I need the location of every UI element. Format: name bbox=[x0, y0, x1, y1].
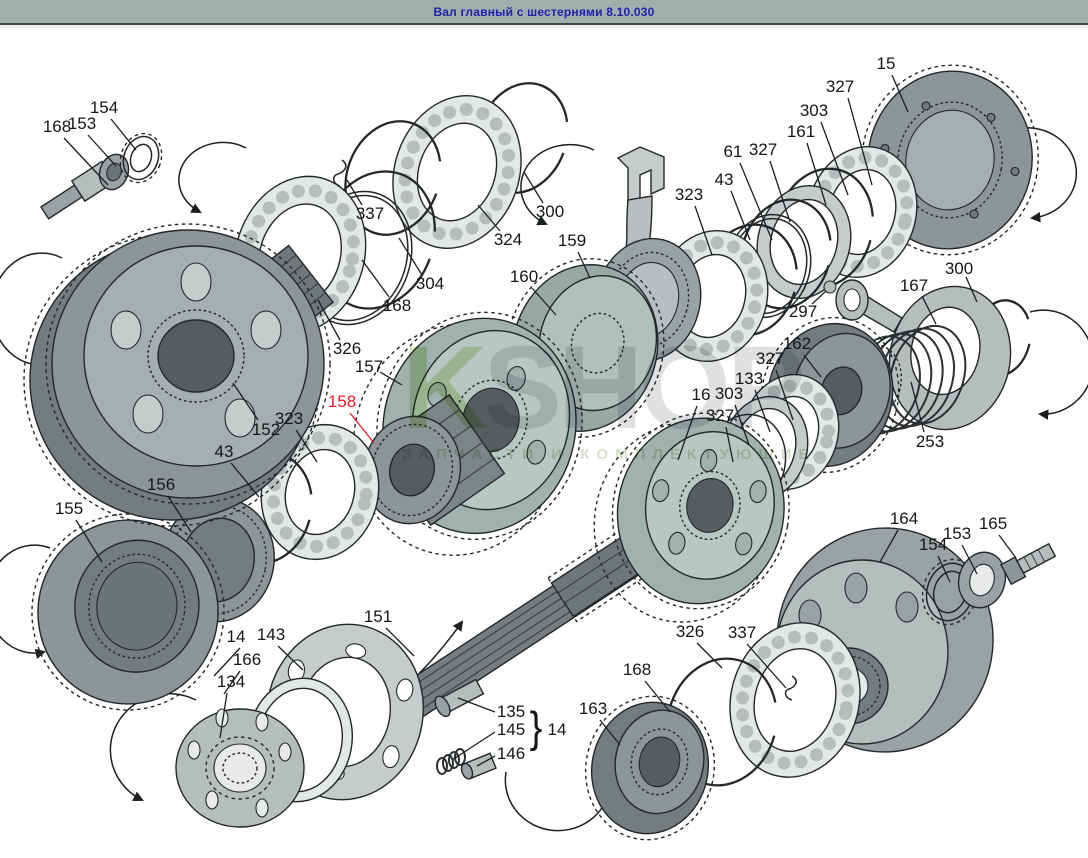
spring-145 bbox=[437, 749, 465, 774]
part-label-300[interactable]: 300 bbox=[945, 259, 973, 279]
part-label-327[interactable]: 327 bbox=[826, 77, 854, 97]
part-label-337[interactable]: 337 bbox=[356, 204, 384, 224]
part-label-61[interactable]: 61 bbox=[724, 142, 743, 162]
part-label-157[interactable]: 157 bbox=[355, 357, 383, 377]
leader-line-61 bbox=[740, 163, 772, 240]
part-label-154[interactable]: 154 bbox=[90, 98, 118, 118]
exploded-view-drawing bbox=[0, 0, 1088, 853]
part-label-323[interactable]: 323 bbox=[275, 409, 303, 429]
part-label-303[interactable]: 303 bbox=[800, 101, 828, 121]
part-label-145[interactable]: 145 bbox=[497, 720, 525, 740]
part-label-156[interactable]: 156 bbox=[147, 475, 175, 495]
leader-line-326 bbox=[697, 643, 722, 668]
part-label-159[interactable]: 159 bbox=[558, 231, 586, 251]
part-label-337[interactable]: 337 bbox=[728, 623, 756, 643]
leader-line-304 bbox=[399, 238, 422, 275]
flange-134 bbox=[176, 709, 304, 827]
part-label-135[interactable]: 135 bbox=[497, 702, 525, 722]
lock-tab-337 bbox=[334, 160, 346, 186]
part-label-161[interactable]: 161 bbox=[787, 122, 815, 142]
part-label-134[interactable]: 134 bbox=[217, 672, 245, 692]
part-label-162[interactable]: 162 bbox=[783, 334, 811, 354]
part-label-151[interactable]: 151 bbox=[364, 607, 392, 627]
part-label-164[interactable]: 164 bbox=[890, 509, 918, 529]
brace-14: } bbox=[530, 704, 543, 753]
part-label-160[interactable]: 160 bbox=[510, 267, 538, 287]
part-label-304[interactable]: 304 bbox=[416, 274, 444, 294]
diagram-stage bbox=[0, 0, 1088, 853]
part-label-300[interactable]: 300 bbox=[536, 202, 564, 222]
bolt-165 bbox=[1001, 540, 1057, 584]
part-label-324[interactable]: 324 bbox=[494, 230, 522, 250]
part-label-155[interactable]: 155 bbox=[55, 499, 83, 519]
part-label-166[interactable]: 166 bbox=[233, 650, 261, 670]
title-bar: Вал главный с шестернями 8.10.030 bbox=[0, 0, 1088, 25]
part-label-15[interactable]: 15 bbox=[877, 54, 896, 74]
part-label-168[interactable]: 168 bbox=[383, 296, 411, 316]
part-label-326[interactable]: 326 bbox=[333, 339, 361, 359]
part-label-14[interactable]: 14 bbox=[227, 627, 246, 647]
leader-line-43 bbox=[731, 191, 750, 240]
part-label-146[interactable]: 146 bbox=[497, 744, 525, 764]
part-label-153[interactable]: 153 bbox=[943, 524, 971, 544]
part-label-297[interactable]: 297 bbox=[789, 302, 817, 322]
part-label-16[interactable]: 16 bbox=[692, 385, 711, 405]
part-label-163[interactable]: 163 bbox=[579, 699, 607, 719]
part-label-326[interactable]: 326 bbox=[676, 622, 704, 642]
leader-line-165 bbox=[999, 535, 1016, 558]
part-label-327[interactable]: 327 bbox=[756, 349, 784, 369]
part-label-327[interactable]: 327 bbox=[706, 406, 734, 426]
input-shaft-assembly bbox=[38, 128, 168, 223]
part-label-158[interactable]: 158 bbox=[328, 392, 356, 412]
part-label-167[interactable]: 167 bbox=[900, 276, 928, 296]
part-label-14[interactable]: 14 bbox=[548, 720, 567, 740]
part-label-143[interactable]: 143 bbox=[257, 625, 285, 645]
part-label-253[interactable]: 253 bbox=[916, 432, 944, 452]
part-label-303[interactable]: 303 bbox=[715, 384, 743, 404]
leader-line-300 bbox=[524, 172, 543, 203]
leader-line-168 bbox=[362, 260, 389, 297]
part-label-43[interactable]: 43 bbox=[215, 442, 234, 462]
part-label-43[interactable]: 43 bbox=[715, 170, 734, 190]
leader-line-154 bbox=[111, 119, 136, 150]
part-label-327[interactable]: 327 bbox=[749, 140, 777, 160]
page-title: Вал главный с шестернями 8.10.030 bbox=[433, 5, 654, 19]
part-label-323[interactable]: 323 bbox=[675, 185, 703, 205]
part-label-165[interactable]: 165 bbox=[979, 514, 1007, 534]
part-label-168[interactable]: 168 bbox=[623, 660, 651, 680]
